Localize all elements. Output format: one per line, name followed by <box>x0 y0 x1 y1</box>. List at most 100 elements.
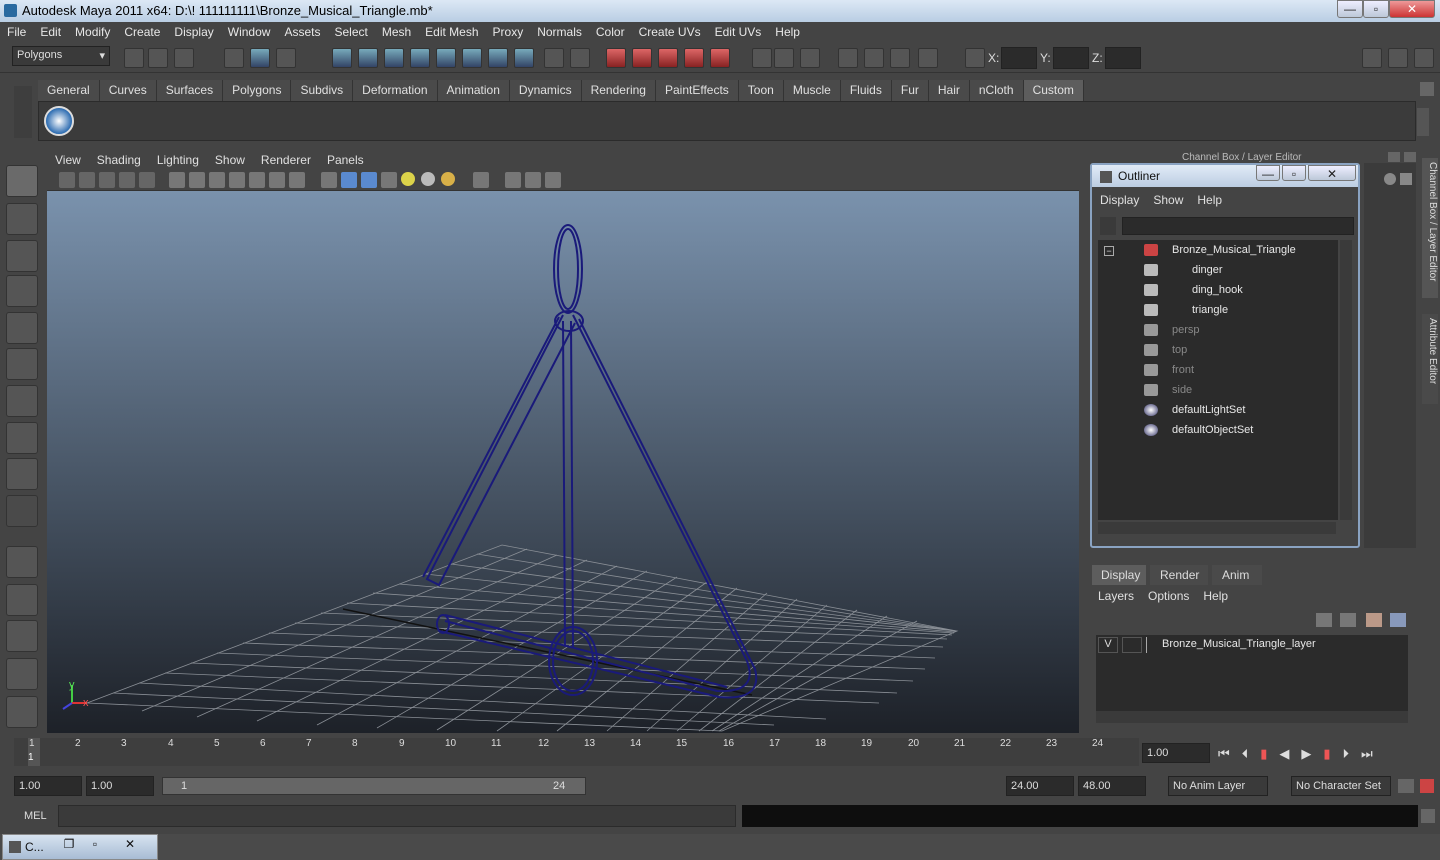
toggle-tool-settings-icon[interactable] <box>1414 48 1434 68</box>
channel-pencil-icon[interactable] <box>1400 173 1412 185</box>
go-to-end-icon[interactable]: ⏭ <box>1361 746 1373 764</box>
persp-graph-layout-icon[interactable] <box>6 658 38 690</box>
show-manipulator-icon[interactable] <box>6 458 38 490</box>
viewport-menu-view[interactable]: View <box>47 151 89 169</box>
last-tool-icon[interactable] <box>6 495 38 527</box>
collapse-toggle-icon[interactable]: − <box>1104 246 1114 256</box>
construction-history-icon[interactable] <box>800 48 820 68</box>
select-object-icon[interactable] <box>250 48 270 68</box>
outliner-maximize-button[interactable]: ▫ <box>1282 165 1306 181</box>
menu-create[interactable]: Create <box>117 25 167 39</box>
new-scene-icon[interactable] <box>124 48 144 68</box>
lasso-tool-icon[interactable] <box>6 203 38 235</box>
ipr-render-icon[interactable] <box>890 48 910 68</box>
y-field[interactable] <box>1053 47 1089 69</box>
select-misc-icon[interactable] <box>514 48 534 68</box>
select-dynamics-icon[interactable] <box>462 48 482 68</box>
persp-outliner-layout-icon[interactable] <box>6 620 38 652</box>
shelf-tab-subdivs[interactable]: Subdivs <box>291 80 354 101</box>
shelf-tab-fur[interactable]: Fur <box>891 80 929 101</box>
outliner-item[interactable]: persp <box>1172 320 1200 340</box>
shelf-tab-curves[interactable]: Curves <box>99 80 157 101</box>
play-backward-icon[interactable]: ◀ <box>1279 746 1289 764</box>
side-tab-attribute-editor[interactable]: Attribute Editor <box>1422 314 1438 404</box>
mel-input[interactable] <box>58 805 736 827</box>
viewport-menu-show[interactable]: Show <box>207 151 253 169</box>
shelf-tab-rendering[interactable]: Rendering <box>581 80 656 101</box>
snap-curve-icon[interactable] <box>632 48 652 68</box>
shelf-tab-painteffects[interactable]: PaintEffects <box>655 80 739 101</box>
select-tool-icon[interactable] <box>6 165 38 197</box>
outliner-search-input[interactable] <box>1122 217 1354 235</box>
anim-prefs-icon[interactable] <box>1420 779 1434 793</box>
step-back-key-icon[interactable]: ⏴ <box>1242 746 1249 764</box>
select-component-icon[interactable] <box>276 48 296 68</box>
xray-joints-icon[interactable] <box>361 172 377 188</box>
shelf-tab-hair[interactable]: Hair <box>928 80 970 101</box>
viewport-menu-panels[interactable]: Panels <box>319 151 372 169</box>
go-to-start-icon[interactable]: ⏮ <box>1218 746 1230 764</box>
shelf-tab-surfaces[interactable]: Surfaces <box>156 80 224 101</box>
animation-start-field[interactable]: 1.00 <box>14 776 82 796</box>
layer-name[interactable]: Bronze_Musical_Triangle_layer <box>1162 638 1316 650</box>
checker-icon[interactable] <box>381 172 397 188</box>
script-editor-icon[interactable] <box>1421 809 1435 823</box>
viewport-menu-shading[interactable]: Shading <box>89 151 149 169</box>
menu-normals[interactable]: Normals <box>530 25 589 39</box>
shelf-tab-polygons[interactable]: Polygons <box>223 80 292 101</box>
channel-filter-icon[interactable] <box>1384 173 1396 185</box>
outliner-item[interactable]: defaultLightSet <box>1172 400 1245 420</box>
playback-start-field[interactable]: 1.00 <box>86 776 154 796</box>
film-gate-icon[interactable] <box>505 172 521 188</box>
step-forward-frame-icon[interactable]: ▮ <box>1323 746 1330 764</box>
animation-end-field[interactable]: 48.00 <box>1078 776 1146 796</box>
default-lighting-icon[interactable] <box>229 172 245 188</box>
outliner-item[interactable]: front <box>1172 360 1194 380</box>
menu-assets[interactable]: Assets <box>277 25 327 39</box>
new-layer-icon[interactable] <box>1366 613 1382 627</box>
playback-end-field[interactable]: 24.00 <box>1006 776 1074 796</box>
menu-edit[interactable]: Edit <box>33 25 68 39</box>
layer-visibility-toggle[interactable]: V <box>1098 637 1118 653</box>
select-curves-icon[interactable] <box>384 48 404 68</box>
float-panel-icon[interactable] <box>1388 152 1400 162</box>
menu-file[interactable]: File <box>0 25 33 39</box>
sculpt-tool-icon[interactable] <box>6 275 38 307</box>
menu-proxy[interactable]: Proxy <box>486 25 531 39</box>
open-scene-icon[interactable] <box>148 48 168 68</box>
shelf-tab-muscle[interactable]: Muscle <box>783 80 841 101</box>
menu-select[interactable]: Select <box>327 25 374 39</box>
share-icon[interactable] <box>545 172 561 188</box>
menu-display[interactable]: Display <box>167 25 220 39</box>
paint-select-tool-icon[interactable] <box>6 240 38 272</box>
checkmark-shelf-icon[interactable] <box>44 106 74 136</box>
character-set-dropdown[interactable]: No Character Set <box>1291 776 1391 796</box>
z-field[interactable] <box>1105 47 1141 69</box>
universal-manipulator-icon[interactable] <box>6 385 38 417</box>
outliner-menu-help[interactable]: Help <box>1197 193 1222 207</box>
input-ops-icon[interactable] <box>752 48 772 68</box>
outliner-filter-icon[interactable] <box>1100 217 1116 235</box>
select-deformations-icon[interactable] <box>436 48 456 68</box>
highlight-selection-icon[interactable] <box>570 48 590 68</box>
outliner-item[interactable]: side <box>1172 380 1192 400</box>
single-perspective-layout-icon[interactable] <box>6 546 38 578</box>
layer-menu-layers[interactable]: Layers <box>1098 589 1134 603</box>
side-tab-channel-box[interactable]: Channel Box / Layer Editor <box>1422 158 1438 298</box>
minimized-window[interactable]: C... ❐ ▫ ✕ <box>2 834 158 860</box>
shelf-tab-custom[interactable]: Custom <box>1023 80 1084 101</box>
transform-mode-icon[interactable] <box>965 48 985 68</box>
layer-horizontal-scrollbar[interactable] <box>1096 711 1408 723</box>
outliner-minimize-button[interactable]: — <box>1256 165 1280 181</box>
move-layer-up-icon[interactable] <box>1316 613 1332 627</box>
maximize-button[interactable]: ▫ <box>1363 0 1389 18</box>
new-layer-selected-icon[interactable] <box>1390 613 1406 627</box>
lock-selection-icon[interactable] <box>544 48 564 68</box>
light-ball-gold-icon[interactable] <box>441 172 455 186</box>
restore-icon[interactable]: ❐ <box>59 837 79 853</box>
camera-select-icon[interactable] <box>59 172 75 188</box>
layer-type-toggle[interactable] <box>1122 637 1142 653</box>
soft-mod-tool-icon[interactable] <box>6 422 38 454</box>
menu-modify[interactable]: Modify <box>68 25 117 39</box>
isolate-select-icon[interactable] <box>321 172 337 188</box>
